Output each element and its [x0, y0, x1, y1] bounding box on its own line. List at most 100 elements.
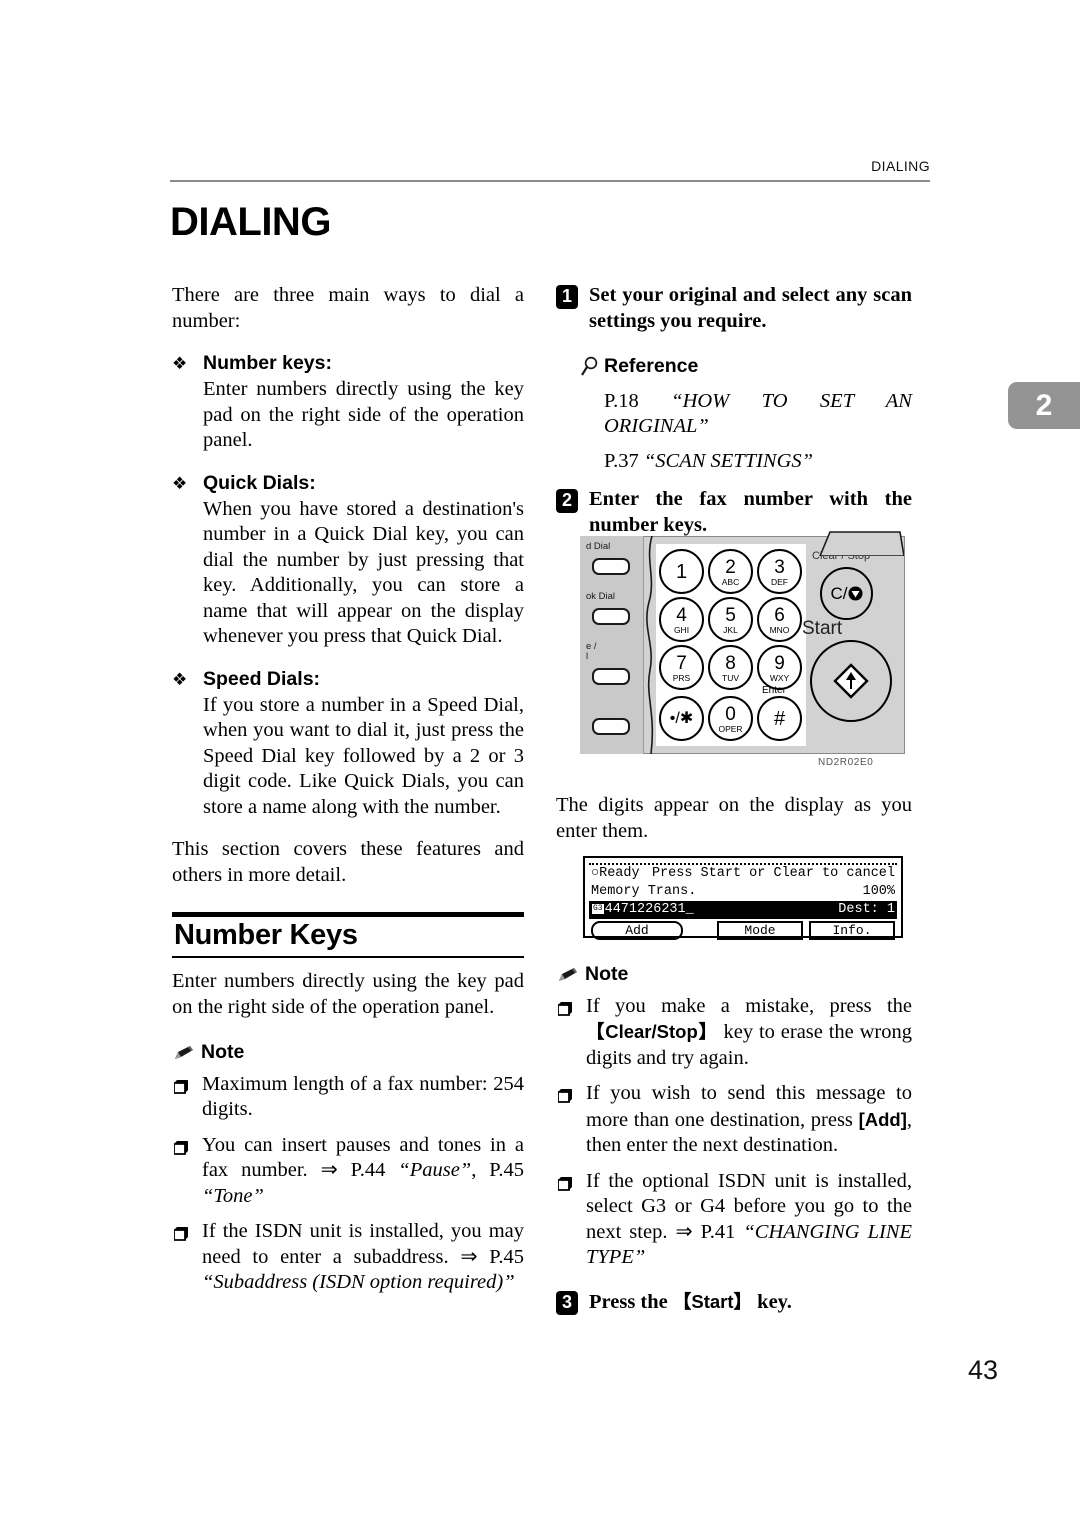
note-item: If you wish to send this message to more… [556, 1081, 912, 1159]
step-text-cont: key. [752, 1290, 792, 1313]
diamond-bullet-icon: ❖ [172, 354, 188, 373]
lcd-status-left: ○Ready [591, 866, 640, 881]
key-7[interactable]: 7 PRS [659, 645, 704, 690]
reference-title: “SCAN SETTINGS” [643, 449, 814, 472]
note-text: Maximum length of a fax number: 254 digi… [202, 1072, 524, 1121]
key-digit: 6 [774, 604, 785, 626]
page-number: 43 [967, 1355, 998, 1385]
box-bullet-icon [557, 1085, 573, 1111]
key-0[interactable]: 0 OPER [708, 696, 753, 741]
note-label: Note [201, 1041, 245, 1063]
side-key-0[interactable] [592, 558, 630, 575]
step-3: 3 Press the 【Start】 key. [556, 1289, 912, 1316]
box-bullet-icon [173, 1223, 189, 1249]
key-digit: 7 [676, 652, 687, 674]
lcd-button-row: Add Mode Info. [589, 921, 897, 940]
page-title: DIALING [170, 200, 331, 244]
key-letters: PRS [672, 672, 691, 683]
note-item: If the optional ISDN unit is installed, … [556, 1169, 912, 1271]
lcd-status-right: Press Start or Clear to cancel [651, 866, 895, 881]
bullet-title: Speed Dials: [203, 667, 321, 690]
clear-stop-key-text: C/ [830, 583, 848, 603]
step-text: Enter the fax number with the number key… [589, 488, 912, 536]
diamond-bullet-icon: ❖ [172, 669, 188, 689]
bullet-number-keys: ❖ Number keys: Enter numbers directly us… [172, 351, 524, 454]
key-6[interactable]: 6 MNO [757, 597, 802, 642]
note-item: If the ISDN unit is installed, you may n… [172, 1219, 524, 1296]
step-number: 3 [556, 1290, 578, 1315]
key-2[interactable]: 2 ABC [708, 549, 753, 594]
key-letters: DEF [771, 576, 788, 587]
bullet-title: Number keys: [203, 352, 332, 374]
right-column-top: 1 Set your original and select any scan … [556, 283, 912, 538]
key-digit: 8 [725, 652, 736, 674]
lcd-add-button[interactable]: Add [591, 921, 683, 940]
lcd-mode-button[interactable]: Mode [717, 921, 803, 940]
lcd-dest-group: Dest: 1 [838, 901, 895, 919]
note-item: Maximum length of a fax number: 254 digi… [172, 1072, 524, 1123]
reference-item: P.37 “SCAN SETTINGS” [604, 449, 912, 475]
after-figure-text: The digits appear on the display as you … [556, 794, 912, 842]
pencil-icon [556, 966, 578, 983]
key-5[interactable]: 5 JKL [708, 597, 753, 642]
note-heading: Note [556, 962, 912, 988]
note-text: If the ISDN unit is installed, you may n… [202, 1220, 524, 1268]
key-digit: 5 [725, 604, 736, 626]
step-number: 2 [556, 489, 578, 513]
intro-paragraph: There are three main ways to dial a numb… [172, 284, 524, 332]
key-4[interactable]: 4 GHI [659, 597, 704, 642]
bullet-title: Quick Dials: [203, 471, 316, 494]
note-ref-title: “Pause” [398, 1159, 472, 1181]
key-9[interactable]: 9 WXY [757, 645, 802, 690]
note-text: If you make a mistake, press the [586, 994, 912, 1017]
box-bullet-icon [173, 1137, 189, 1163]
lcd-dest-count: 1 [886, 902, 895, 917]
note-item: If you make a mistake, press the 【Clear/… [556, 994, 912, 1072]
key-digit: 4 [676, 604, 687, 626]
start-label: Start [802, 618, 843, 639]
figure-caption-code: ND2R02E0 [818, 757, 874, 768]
start-button[interactable] [810, 640, 892, 722]
lcd-dest-label: Dest: [838, 902, 879, 917]
reference-page: P.37 [604, 449, 644, 472]
key-hash[interactable]: # [757, 696, 802, 741]
magnifier-icon [580, 356, 602, 377]
key-8[interactable]: 8 TUV [708, 645, 753, 690]
running-head: DIALING [871, 158, 930, 174]
side-label-1: ok Dial [586, 591, 616, 602]
bullet-text: When you have stored a destination's num… [203, 497, 524, 648]
key-digit: 0 [725, 703, 736, 725]
key-letters: WXY [769, 672, 790, 683]
note-item: You can insert pauses and tones in a fax… [172, 1133, 524, 1210]
key-digit: 9 [774, 652, 785, 674]
enter-label: Enter [762, 685, 786, 696]
lcd-mode-left: Memory Trans. [591, 884, 697, 899]
lcd-info-button[interactable]: Info. [809, 921, 895, 940]
panel-top-shape [819, 531, 904, 556]
chapter-tab: 2 [1008, 382, 1080, 429]
left-column: There are three main ways to dial a numb… [172, 283, 524, 1296]
key-1[interactable]: 1 [659, 549, 704, 594]
numeric-keypad: 1 2 ABC 3 DEF 4 GHI 5 JKL 6 MNO 7 PRS 8 TUV 9 WX… [656, 544, 806, 746]
start-diamond-icon [833, 663, 869, 699]
lcd-mode-right: 100% [862, 884, 895, 899]
clear-stop-button[interactable]: C/ [820, 567, 873, 620]
diamond-bullet-icon: ❖ [172, 473, 188, 493]
pencil-icon [172, 1044, 194, 1061]
bullet-text: If you store a number in a Speed Dial, w… [203, 693, 524, 818]
key-name-add: [Add] [858, 1108, 907, 1130]
key-3[interactable]: 3 DEF [757, 549, 802, 594]
side-key-3[interactable] [592, 718, 630, 735]
key-asterisk[interactable]: •/✱ [659, 696, 704, 741]
step-number: 1 [556, 285, 578, 309]
side-key-1[interactable] [592, 608, 630, 625]
line-type-badge: G3 [591, 903, 605, 915]
side-key-2[interactable] [592, 668, 630, 685]
key-digit: # [773, 707, 786, 730]
note-heading: Note [172, 1040, 524, 1066]
reference-page: P.18 [604, 389, 672, 412]
bullet-text: Enter numbers directly using the key pad… [203, 378, 524, 451]
section-heading: Number Keys [174, 919, 358, 951]
key-letters: JKL [723, 624, 738, 635]
right-column-bottom: Note If you make a mistake, press the 【C… [556, 962, 912, 1315]
